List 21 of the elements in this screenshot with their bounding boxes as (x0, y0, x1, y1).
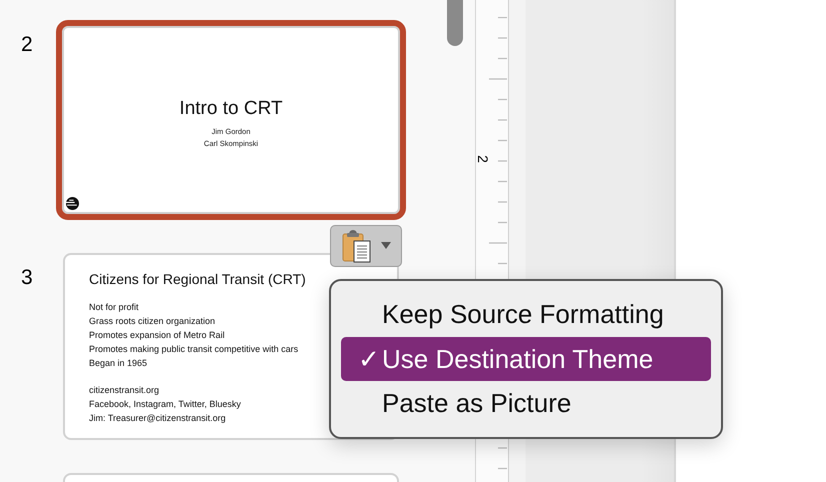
paste-options-button[interactable] (330, 225, 402, 267)
slide-number: 2 (20, 32, 34, 57)
menu-item[interactable]: Keep Source Formatting (341, 292, 711, 337)
slide-text: Grass roots citizen organization (89, 315, 216, 328)
slide-text: Jim: Treasurer@citizenstransit.org (89, 412, 226, 425)
slide-number: 3 (20, 265, 34, 290)
slide-title: Intro to CRT (179, 98, 283, 120)
caret-icon (381, 242, 391, 250)
slide-title: Citizens for Regional Transit (CRT) (89, 271, 307, 287)
logo-icon (66, 197, 79, 210)
clipboard-icon (341, 229, 373, 263)
slide-text: Facebook, Instagram, Twitter, Bluesky (89, 398, 241, 411)
ruler-number: 2 (476, 155, 490, 163)
menu-item[interactable]: ✓Use Destination Theme (341, 336, 711, 382)
slide-text: Began in 1965 (89, 357, 148, 370)
slide-text: Promotes making public transit competitive with cars (89, 343, 298, 356)
menu-item[interactable]: Paste as Picture (341, 381, 711, 426)
slide-text: Promotes expansion of Metro Rail (89, 329, 225, 342)
scrollbar-thumb[interactable] (447, 0, 463, 46)
slide-text: citizenstransit.org (89, 384, 160, 397)
slide-text: Not for profit (89, 301, 139, 314)
